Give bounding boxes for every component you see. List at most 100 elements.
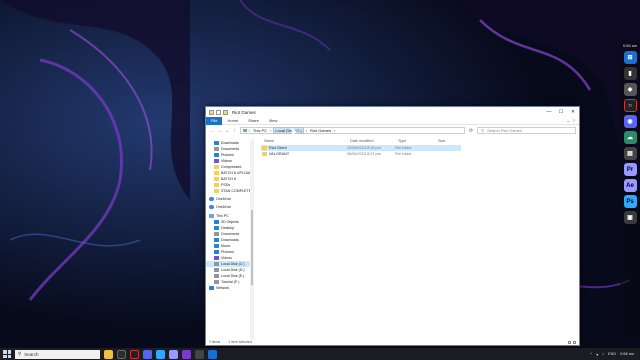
after-effects-icon[interactable] (182, 349, 191, 359)
network-icon[interactable]: ▾ (596, 352, 598, 357)
desktop-icon (214, 225, 219, 230)
photoshop-icon[interactable] (156, 349, 165, 359)
window-title: Riot Games (232, 109, 256, 115)
discord-icon[interactable]: ◉ (623, 115, 637, 128)
pc-icon (242, 129, 247, 132)
documents-icon (214, 147, 219, 152)
breadcrumb-separator: › (248, 128, 250, 133)
music-icon (214, 243, 219, 248)
documents-icon (214, 231, 219, 236)
breadcrumb-riot-games[interactable]: Riot Games (309, 128, 332, 133)
drive-icon (214, 274, 219, 278)
premiere-icon[interactable]: Pr (623, 163, 637, 176)
search-icon: ⚲ (18, 351, 22, 356)
drive-icon (214, 267, 219, 272)
recent-locations-button[interactable]: ⌄ (224, 128, 230, 134)
file-explorer-window: Riot Games — ☐ ✕ File Home Share View ⌄ … (205, 106, 580, 346)
new-folder-icon[interactable] (223, 109, 228, 115)
photoshop-icon[interactable]: Ps (623, 195, 637, 208)
system-tray: ^ ▾ ♪ ENG 9:58 am (590, 352, 640, 357)
file-row-valorant[interactable]: VALORANT 08/05/2023 8:21 pm File folder (261, 151, 461, 157)
refresh-icon[interactable]: ⟳ (469, 128, 473, 134)
column-name[interactable]: Name (264, 139, 350, 143)
app-icon[interactable]: ◆ (623, 83, 637, 96)
videos-icon (214, 159, 219, 164)
details-view-icon[interactable] (568, 340, 571, 344)
ribbon-tabs: File Home Share View ⌄ ? (206, 116, 579, 125)
breadcrumb-separator: › (270, 128, 272, 133)
app-icon[interactable]: ☁ (623, 131, 637, 144)
download-icon (214, 237, 219, 242)
volume-icon[interactable]: ♪ (602, 352, 604, 356)
minimize-button[interactable]: — (543, 107, 555, 117)
properties-icon[interactable] (216, 109, 221, 115)
discord-icon[interactable] (143, 349, 152, 359)
nav-item-network[interactable]: Network (206, 285, 253, 291)
up-button[interactable]: ↑ (232, 128, 238, 134)
help-icon[interactable]: ? (573, 118, 575, 123)
status-bar: 2 items 1 item selected (206, 339, 579, 345)
app-icon[interactable]: ▣ (623, 211, 637, 224)
app-icon[interactable] (117, 349, 126, 359)
breadcrumb-separator: › (334, 128, 336, 133)
clock[interactable]: 9:58 am (620, 352, 634, 356)
tab-home[interactable]: Home (222, 117, 243, 125)
file-explorer-icon[interactable] (104, 349, 113, 359)
navigation-pane: Downloads Documents Pictures Videos Comp… (206, 137, 254, 339)
app-icon[interactable]: ▮ (623, 67, 637, 80)
back-button[interactable]: ← (209, 128, 215, 134)
file-type: File folder (395, 152, 412, 156)
folder-icon (214, 183, 219, 188)
search-input[interactable]: ⚲ Search Riot Games (477, 127, 576, 134)
cube-icon (214, 219, 219, 224)
network-icon (209, 286, 214, 291)
taskbar-search-label: Search (24, 351, 39, 357)
taskbar-search[interactable]: ⚲ Search (15, 349, 100, 359)
windows-icon[interactable]: ⊞ (623, 51, 637, 64)
column-size[interactable]: Size (438, 139, 458, 143)
large-icons-view-icon[interactable] (573, 340, 576, 344)
drive-icon (214, 261, 219, 266)
drive-icon (214, 280, 219, 285)
folder-icon (214, 177, 219, 182)
premiere-icon[interactable] (169, 349, 178, 359)
address-bar[interactable]: › This PC › Local Disk (C:) › Riot Games… (239, 127, 465, 134)
taskbar: ⚲ Search ^ ▾ ♪ ENG 9:58 am (0, 348, 640, 360)
search-placeholder: Search Riot Games (487, 128, 522, 133)
breadcrumb-this-pc[interactable]: This PC (252, 128, 268, 133)
chevron-up-icon[interactable]: ^ (590, 352, 592, 356)
title-bar[interactable]: Riot Games — ☐ ✕ (206, 107, 579, 117)
folder-icon (214, 171, 219, 176)
column-date-modified[interactable]: Date modified (350, 139, 398, 143)
folder-icon (214, 189, 219, 194)
breadcrumb-separator: › (305, 128, 307, 133)
pc-icon (209, 213, 214, 218)
file-date: 22/08/2023 8:15 pm (347, 146, 381, 150)
after-effects-icon[interactable]: Ae (623, 179, 637, 192)
app-icon[interactable] (208, 349, 217, 359)
app-icon[interactable]: ▤ (623, 147, 637, 160)
column-type[interactable]: Type (398, 139, 438, 143)
app-icon[interactable]: ○ (623, 99, 637, 112)
close-button[interactable]: ✕ (567, 107, 579, 117)
app-icon[interactable] (195, 349, 204, 359)
maximize-button[interactable]: ☐ (555, 107, 567, 117)
chevron-down-icon[interactable]: ⌄ (566, 118, 569, 123)
tab-file[interactable]: File (206, 116, 223, 125)
tab-view[interactable]: View (264, 117, 283, 125)
cloud-icon (209, 205, 214, 210)
file-type: File folder (395, 146, 412, 150)
folder-icon (209, 109, 214, 115)
app-icon[interactable] (130, 349, 139, 359)
search-icon: ⚲ (481, 128, 485, 133)
side-dock: 9:58 am ⊞ ▮ ◆ ○ ◉ ☁ ▤ Pr Ae Ps ▣ (620, 40, 640, 340)
start-button[interactable] (3, 350, 11, 358)
file-date: 08/05/2023 8:21 pm (347, 152, 381, 156)
language-indicator[interactable]: ENG (608, 352, 616, 356)
nav-scrollbar[interactable] (250, 140, 253, 339)
tab-share[interactable]: Share (243, 117, 264, 125)
forward-button[interactable]: → (217, 128, 223, 134)
download-icon (214, 141, 219, 146)
file-name: VALORANT (269, 152, 290, 156)
folder-icon (262, 152, 267, 156)
